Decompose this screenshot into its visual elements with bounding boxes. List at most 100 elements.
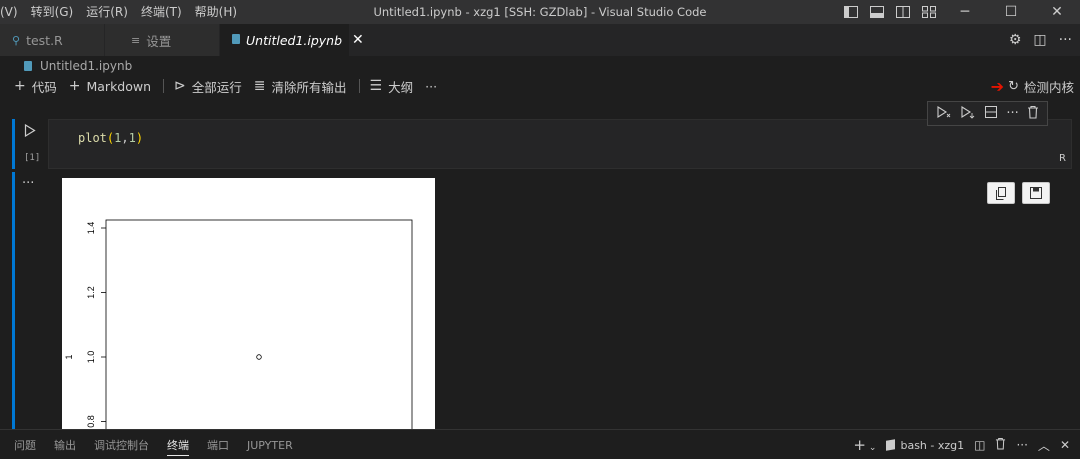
plot-output: 1 0.8 1.0 1.2 1.4 [62, 178, 435, 429]
code-line[interactable]: plot(1,1) [78, 131, 143, 145]
kill-terminal-icon[interactable] [995, 437, 1006, 453]
tab-label: test.R [26, 32, 63, 48]
plot-frame [105, 219, 413, 429]
close-panel-icon[interactable]: ✕ [1060, 438, 1070, 452]
tab-settings[interactable]: ≡ 设置 [105, 24, 220, 56]
editor-actions: ⚙ ◫ ··· [1009, 24, 1072, 56]
breadcrumb[interactable]: Untitled1.ipynb [24, 56, 132, 76]
outline-button[interactable]: ☰ 大纲 [370, 77, 414, 96]
tab-untitled1-ipynb[interactable]: Untitled1.ipynb ✕ [220, 24, 364, 56]
y-axis-label: 1 [64, 354, 74, 359]
tab-label: 设置 [146, 33, 172, 49]
menu-run[interactable]: 运行(R) [80, 0, 135, 24]
tab-jupyter[interactable]: JUPYTER [247, 437, 293, 454]
list-icon: ☰ [369, 78, 383, 94]
toolbar-more-button[interactable]: ··· [425, 79, 437, 94]
breadcrumb-label: Untitled1.ipynb [40, 59, 133, 73]
customize-layout-button[interactable] [916, 0, 942, 24]
panel-more-icon[interactable]: ··· [1016, 438, 1027, 452]
cell-language-picker[interactable]: R [1059, 153, 1066, 164]
run-all-button[interactable]: ⊳ 全部运行 [174, 77, 242, 96]
gear-icon[interactable]: ⚙ [1009, 32, 1022, 48]
trash-icon[interactable] [1027, 105, 1039, 123]
play-icon [24, 123, 36, 138]
menu-goto[interactable]: 转到(G) [25, 0, 81, 24]
tab-problems[interactable]: 问题 [14, 435, 36, 455]
clear-all-outputs-button[interactable]: ≣ 清除所有输出 [254, 77, 347, 96]
minimize-button[interactable]: ─ [942, 0, 988, 24]
code-editor[interactable] [48, 119, 1072, 169]
plus-icon: + [14, 78, 26, 94]
data-points [256, 354, 262, 360]
menu-terminal[interactable]: 终端(T) [135, 0, 189, 24]
chevron-down-icon: ⌄ [868, 443, 877, 453]
panel-actions: + ⌄ bash - xzg1 ◫ ··· ︿ ✕ [853, 430, 1070, 459]
execution-count: [1] [24, 153, 41, 163]
copy-icon [996, 186, 1006, 200]
close-window-button[interactable]: ✕ [1034, 0, 1080, 24]
run-all-label: 全部运行 [191, 79, 242, 95]
settings-file-icon: ≡ [131, 33, 141, 47]
notebook-toolbar: + 代码 + Markdown ⊳ 全部运行 ≣ 清除所有输出 ☰ 大纲 ··· [14, 76, 449, 96]
title-bar: (V) 转到(G) 运行(R) 终端(T) 帮助(H) Untitled1.ip… [0, 0, 1080, 24]
menu-view[interactable]: (V) [0, 0, 25, 24]
clear-outputs-icon: ≣ [253, 78, 266, 94]
kernel-label: 检测内核 [1023, 79, 1074, 95]
tab-ports[interactable]: 端口 [207, 435, 229, 455]
terminal-icon [886, 439, 896, 451]
more-icon[interactable]: ··· [1006, 106, 1018, 121]
code-comma: , [121, 131, 129, 145]
output-more-icon[interactable]: ··· [22, 176, 34, 191]
run-cell-button[interactable] [24, 123, 36, 141]
code-function: plot [78, 131, 107, 145]
grid-layout-icon [922, 6, 936, 18]
add-code-cell-button[interactable]: + 代码 [14, 77, 57, 96]
plot-canvas: 1 0.8 1.0 1.2 1.4 [64, 219, 413, 429]
terminal-selector[interactable]: bash - xzg1 [886, 439, 964, 452]
menu-help[interactable]: 帮助(H) [189, 0, 244, 24]
notebook-file-icon [24, 61, 32, 71]
split-terminal-icon[interactable]: ◫ [974, 438, 985, 452]
toggle-primary-sidebar-button[interactable] [838, 0, 864, 24]
split-layout-icon [896, 6, 910, 18]
toolbar-divider [358, 79, 360, 93]
plus-icon: + [68, 78, 81, 94]
maximize-button[interactable]: ☐ [988, 0, 1034, 24]
terminal-label: bash - xzg1 [900, 438, 965, 452]
menu-bar: (V) 转到(G) 运行(R) 终端(T) 帮助(H) [0, 0, 244, 24]
execute-above-icon[interactable] [936, 105, 952, 123]
new-terminal-button[interactable]: + ⌄ [853, 436, 876, 454]
split-cell-icon[interactable] [984, 105, 998, 123]
split-editor-icon[interactable]: ◫ [1033, 32, 1046, 48]
refresh-icon: ↻ [1008, 78, 1019, 94]
editor-tab-bar: ⚲ test.R ≡ 设置 Untitled1.ipynb ✕ ⚙ ◫ ··· [0, 24, 1080, 56]
run-all-icon: ⊳ [174, 78, 186, 94]
toggle-secondary-sidebar-button[interactable] [890, 0, 916, 24]
add-markdown-cell-button[interactable]: + Markdown [69, 78, 151, 94]
y-tick-label: 1.4 [86, 222, 96, 235]
code-arg: 1 [128, 131, 136, 145]
maximize-panel-icon[interactable]: ︿ [1038, 437, 1050, 454]
add-markdown-label: Markdown [86, 78, 152, 94]
tab-debug-console[interactable]: 调试控制台 [94, 435, 149, 455]
tab-test-r[interactable]: ⚲ test.R [0, 24, 105, 56]
y-tick-label: 1.2 [86, 286, 96, 299]
notebook-file-icon [232, 33, 240, 47]
panel-tabs: 问题 输出 调试控制台 终端 端口 JUPYTER [14, 430, 311, 459]
cell-focus-indicator [12, 119, 15, 169]
copy-output-button[interactable] [987, 182, 1015, 204]
tab-output[interactable]: 输出 [54, 435, 76, 455]
y-axis: 0.8 1.0 1.2 1.4 [86, 222, 106, 428]
save-output-button[interactable] [1022, 182, 1050, 204]
save-icon [1030, 187, 1042, 199]
cell-toolbar: ··· [927, 101, 1048, 126]
r-file-icon: ⚲ [12, 33, 21, 47]
y-tick-label: 1.0 [86, 351, 96, 364]
close-tab-icon[interactable]: ✕ [352, 32, 364, 48]
toggle-panel-button[interactable] [864, 0, 890, 24]
select-kernel-button[interactable]: ➔ ↻ 检测内核 [991, 76, 1074, 96]
tab-terminal[interactable]: 终端 [167, 435, 189, 456]
execute-below-icon[interactable] [960, 105, 976, 123]
more-actions-icon[interactable]: ··· [1059, 32, 1072, 48]
panel-layout-icon [870, 6, 884, 18]
